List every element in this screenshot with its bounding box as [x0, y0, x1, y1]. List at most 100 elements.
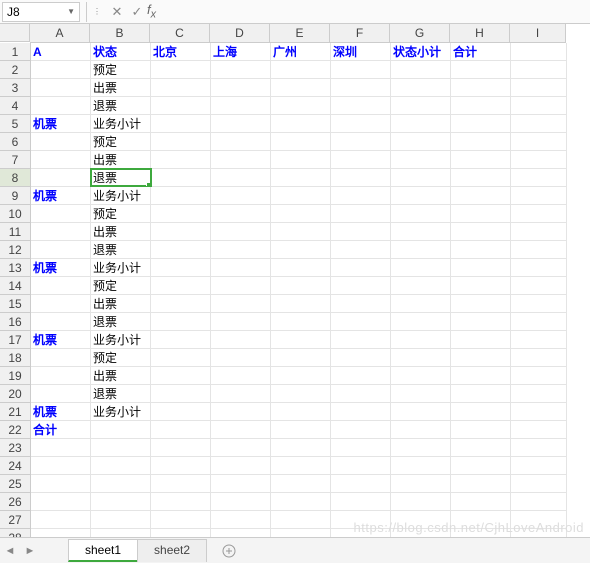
- cell[interactable]: [331, 205, 391, 222]
- cell[interactable]: [331, 79, 391, 96]
- row-header[interactable]: 13: [0, 259, 30, 277]
- cell[interactable]: [451, 187, 511, 204]
- cell[interactable]: 退票: [91, 97, 151, 114]
- cell[interactable]: [211, 313, 271, 330]
- cell[interactable]: 出票: [91, 151, 151, 168]
- cell[interactable]: [271, 61, 331, 78]
- row-header[interactable]: 22: [0, 421, 30, 439]
- cell[interactable]: [211, 223, 271, 240]
- cell[interactable]: [511, 43, 567, 60]
- cell[interactable]: [451, 259, 511, 276]
- cell[interactable]: [391, 61, 451, 78]
- cell[interactable]: 出票: [91, 79, 151, 96]
- cell[interactable]: [211, 115, 271, 132]
- cell[interactable]: [451, 493, 511, 510]
- fx-icon[interactable]: fx: [147, 2, 156, 21]
- cell[interactable]: [511, 277, 567, 294]
- cell[interactable]: [211, 97, 271, 114]
- cell[interactable]: [391, 277, 451, 294]
- cell[interactable]: [511, 385, 567, 402]
- row-header[interactable]: 20: [0, 385, 30, 403]
- cell[interactable]: [331, 331, 391, 348]
- cell[interactable]: [451, 475, 511, 492]
- cell[interactable]: 退票: [91, 313, 151, 330]
- cell[interactable]: [511, 421, 567, 438]
- cell[interactable]: 北京: [151, 43, 211, 60]
- sheet-tab[interactable]: sheet1: [68, 539, 138, 562]
- row-header[interactable]: 27: [0, 511, 30, 529]
- cell[interactable]: [151, 349, 211, 366]
- cell[interactable]: [31, 205, 91, 222]
- cell[interactable]: [271, 295, 331, 312]
- row-header[interactable]: 17: [0, 331, 30, 349]
- cell[interactable]: [271, 151, 331, 168]
- cell[interactable]: [151, 313, 211, 330]
- cell[interactable]: [391, 457, 451, 474]
- cell[interactable]: [211, 367, 271, 384]
- cell[interactable]: [271, 403, 331, 420]
- cell[interactable]: [331, 259, 391, 276]
- cell[interactable]: [211, 475, 271, 492]
- cell[interactable]: [211, 457, 271, 474]
- cell[interactable]: [331, 61, 391, 78]
- cell[interactable]: [331, 385, 391, 402]
- row-header[interactable]: 8: [0, 169, 30, 187]
- cell[interactable]: [331, 475, 391, 492]
- cell[interactable]: [451, 61, 511, 78]
- cell[interactable]: 退票: [91, 169, 151, 186]
- cell[interactable]: 机票: [31, 115, 91, 132]
- cell[interactable]: [451, 79, 511, 96]
- cell[interactable]: [271, 385, 331, 402]
- cell[interactable]: [91, 457, 151, 474]
- cell[interactable]: [151, 223, 211, 240]
- cell[interactable]: [511, 151, 567, 168]
- row-header[interactable]: 24: [0, 457, 30, 475]
- cell[interactable]: [151, 187, 211, 204]
- cell[interactable]: [151, 475, 211, 492]
- name-box[interactable]: J8 ▼: [2, 2, 80, 22]
- cell[interactable]: [31, 313, 91, 330]
- cell[interactable]: [271, 79, 331, 96]
- cell[interactable]: [31, 151, 91, 168]
- col-header-I[interactable]: I: [510, 24, 566, 42]
- cell[interactable]: [451, 241, 511, 258]
- cell[interactable]: [511, 493, 567, 510]
- col-header-H[interactable]: H: [450, 24, 510, 42]
- cell[interactable]: [391, 259, 451, 276]
- col-header-B[interactable]: B: [90, 24, 150, 42]
- row-header[interactable]: 3: [0, 79, 30, 97]
- cell[interactable]: [511, 79, 567, 96]
- cell[interactable]: 机票: [31, 403, 91, 420]
- cell[interactable]: [31, 457, 91, 474]
- row-header[interactable]: 25: [0, 475, 30, 493]
- cell[interactable]: [391, 205, 451, 222]
- tab-next-icon[interactable]: ►: [20, 545, 40, 557]
- cell[interactable]: [31, 169, 91, 186]
- cell[interactable]: [151, 61, 211, 78]
- cell[interactable]: [451, 439, 511, 456]
- cell[interactable]: [451, 277, 511, 294]
- cell[interactable]: [31, 241, 91, 258]
- cell[interactable]: [511, 331, 567, 348]
- confirm-icon[interactable]: ✓: [127, 4, 147, 20]
- cell[interactable]: [31, 349, 91, 366]
- cell[interactable]: [211, 277, 271, 294]
- cell[interactable]: [211, 403, 271, 420]
- cell[interactable]: [211, 205, 271, 222]
- cell[interactable]: [511, 511, 567, 528]
- cell[interactable]: 合计: [451, 43, 511, 60]
- cell[interactable]: [451, 169, 511, 186]
- cell[interactable]: [391, 79, 451, 96]
- cell[interactable]: 出票: [91, 223, 151, 240]
- cell[interactable]: [451, 367, 511, 384]
- cell[interactable]: [451, 115, 511, 132]
- cell[interactable]: [31, 61, 91, 78]
- cell[interactable]: [331, 277, 391, 294]
- cell[interactable]: [91, 421, 151, 438]
- row-header[interactable]: 14: [0, 277, 30, 295]
- cell[interactable]: [271, 421, 331, 438]
- cell[interactable]: [211, 61, 271, 78]
- sheet-tab[interactable]: sheet2: [137, 539, 207, 562]
- cell[interactable]: [271, 331, 331, 348]
- cell[interactable]: 上海: [211, 43, 271, 60]
